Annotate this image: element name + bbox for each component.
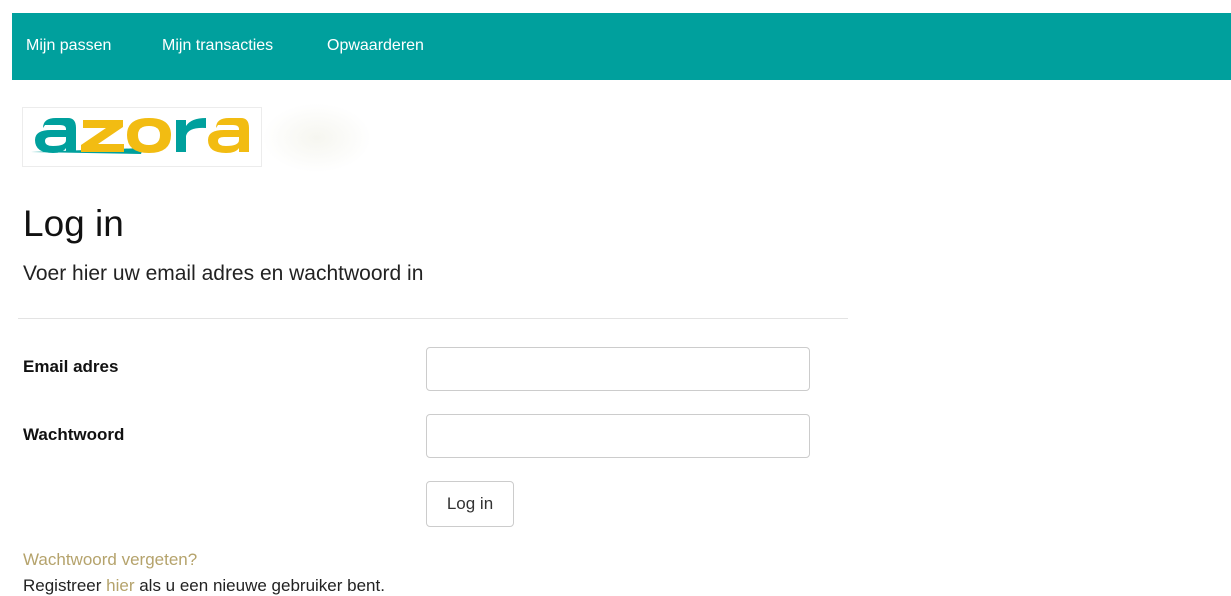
page-subtitle: Voer hier uw email adres en wachtwoord i… — [23, 262, 424, 285]
logo-shadow — [262, 103, 372, 173]
password-field[interactable] — [426, 414, 810, 458]
azora-logo-icon — [31, 118, 249, 154]
email-field[interactable] — [426, 347, 810, 391]
top-navbar: Mijn passen Mijn transacties Opwaarderen — [12, 13, 1231, 80]
register-suffix: als u een nieuwe gebruiker bent. — [134, 576, 385, 595]
register-prefix: Registreer — [23, 576, 107, 595]
password-label: Wachtwoord — [23, 425, 125, 444]
nav-item-mijn-passen[interactable]: Mijn passen — [26, 37, 111, 55]
register-link[interactable]: hier — [106, 576, 134, 595]
register-text: Registreer hier als u een nieuwe gebruik… — [23, 576, 385, 596]
forgot-password-link[interactable]: Wachtwoord vergeten? — [23, 550, 197, 570]
login-button[interactable]: Log in — [426, 481, 514, 527]
nav-item-opwaarderen[interactable]: Opwaarderen — [327, 37, 424, 55]
azora-logo — [22, 107, 262, 167]
page-title: Log in — [23, 203, 124, 244]
email-label: Email adres — [23, 357, 119, 376]
nav-item-mijn-transacties[interactable]: Mijn transacties — [162, 37, 273, 55]
divider — [18, 318, 848, 319]
